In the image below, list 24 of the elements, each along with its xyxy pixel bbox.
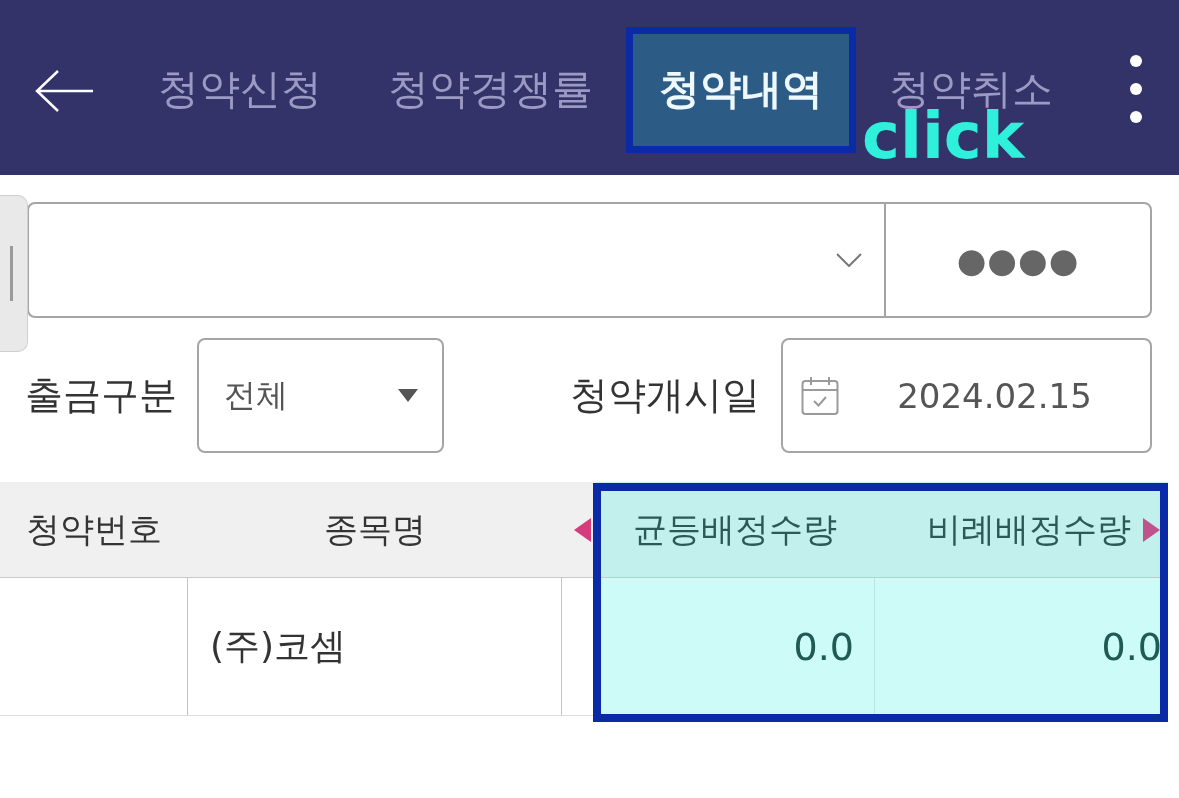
filter-label: 출금구분	[25, 372, 177, 419]
more-menu-icon[interactable]	[1129, 53, 1143, 124]
select-value: 전체	[224, 374, 288, 416]
tab[interactable]: 청약내역	[626, 26, 856, 153]
triangle-right-icon[interactable]	[1143, 517, 1160, 542]
account-dropdown[interactable]	[27, 202, 885, 318]
column-header[interactable]: 종목명	[324, 506, 426, 553]
column-header[interactable]: 비례배정수량	[927, 506, 1131, 553]
column-header[interactable]: 청약번호	[26, 506, 162, 553]
dropdown-triangle-icon	[398, 389, 418, 402]
table-cell: (주)코셈	[188, 578, 562, 716]
drawer-handle[interactable]	[0, 195, 28, 352]
chevron-down-icon	[836, 253, 862, 267]
triangle-left-icon[interactable]	[574, 517, 591, 542]
withdrawal-type-select[interactable]: 전체	[197, 338, 444, 453]
back-arrow-icon[interactable]	[35, 68, 95, 113]
tab[interactable]: 청약신청	[125, 26, 355, 153]
date-field[interactable]: 2024.02.15	[781, 338, 1152, 453]
column-header[interactable]: 균등배정수량	[633, 506, 837, 553]
calendar-icon	[801, 375, 839, 416]
tab[interactable]: 청약경쟁률	[355, 26, 626, 153]
filter-label: 청약개시일	[570, 372, 760, 419]
password-field[interactable]: ●●●●	[885, 202, 1152, 318]
date-value: 2024.02.15	[896, 375, 1093, 416]
